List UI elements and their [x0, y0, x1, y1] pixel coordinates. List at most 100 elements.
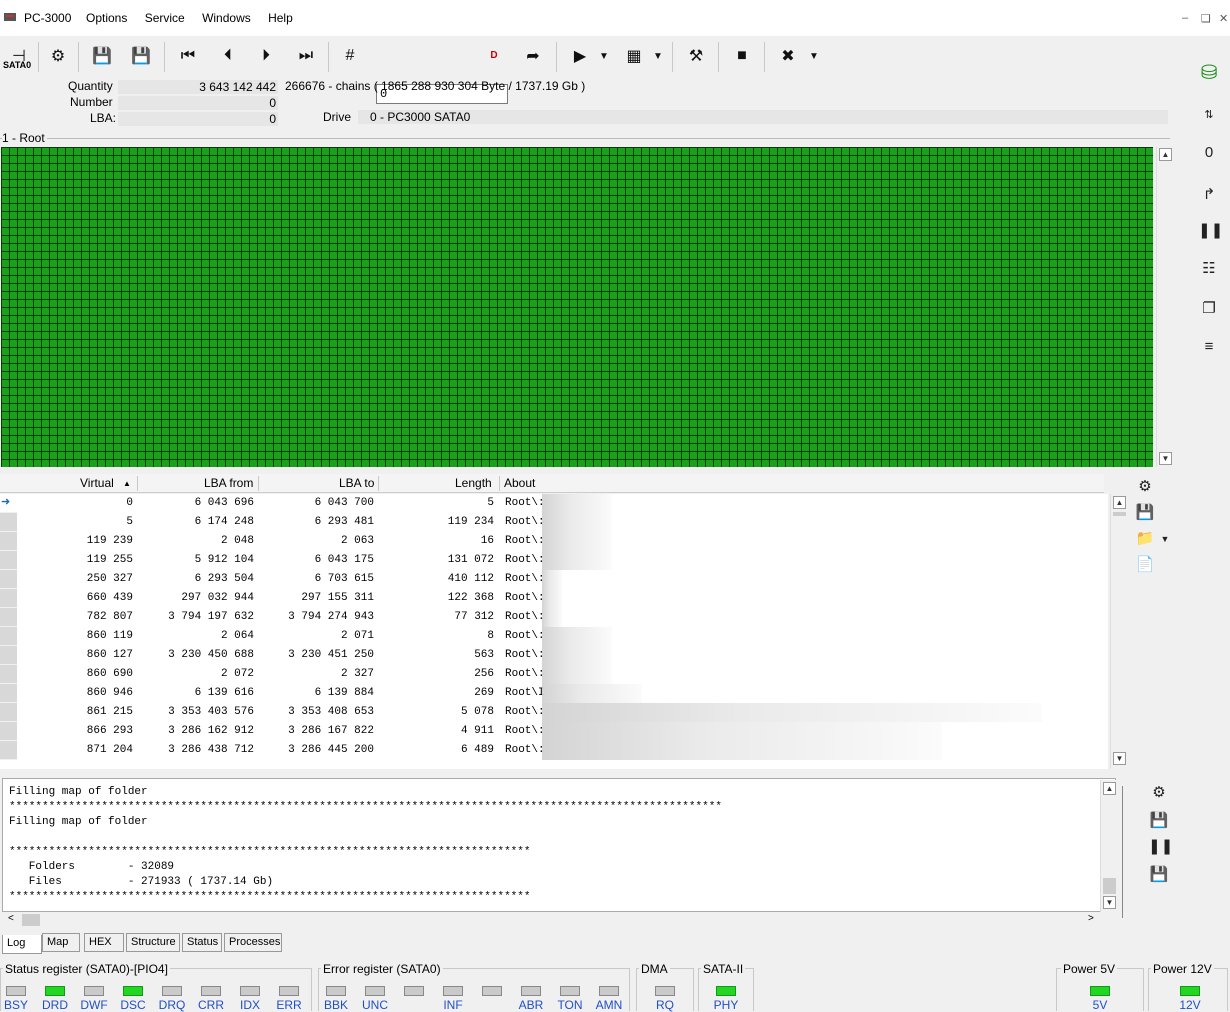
length-cell: 16 — [480, 535, 494, 547]
log-scrollbar[interactable]: ▲ ▼ — [1100, 780, 1117, 912]
save-icon[interactable]: 💾 — [1134, 502, 1156, 524]
restore-icon[interactable]: ❏ — [1201, 12, 1211, 25]
save-icon[interactable]: 💾 — [88, 42, 116, 70]
connector-icon[interactable]: ≡ — [1198, 336, 1220, 358]
led-indicator — [84, 986, 104, 996]
tab-hex[interactable]: HEX — [84, 933, 124, 952]
length-cell: 5 — [487, 497, 494, 509]
about-cell: Root\: — [505, 744, 545, 756]
scroll-down-icon[interactable]: ▼ — [1159, 452, 1172, 465]
database-icon[interactable]: ⛁ — [1198, 62, 1220, 84]
tools-icon[interactable]: ⚒ — [682, 42, 710, 70]
goto-icon[interactable]: ➦ — [519, 42, 547, 70]
table-row[interactable]: 782 807 3 794 197 632 3 794 274 943 77 312 R… — [0, 608, 1104, 627]
prev-icon[interactable]: ⏴ — [214, 42, 242, 70]
table-row[interactable]: ➜ 0 6 043 696 6 043 700 5 Root\: — [0, 494, 1104, 513]
row-gutter — [0, 703, 17, 722]
col-lba-from[interactable]: LBA from — [204, 476, 253, 490]
folder-icon[interactable]: 📁 — [1134, 528, 1156, 550]
scroll-down-icon[interactable]: ▼ — [1103, 896, 1116, 909]
scroll-up-icon[interactable]: ▲ — [1159, 148, 1172, 161]
about-cell: Root\: — [505, 725, 545, 737]
table-row[interactable]: 860 690 2 072 2 327 256 Root\: — [0, 665, 1104, 684]
tab-map[interactable]: Map — [42, 933, 80, 952]
save-icon[interactable]: 💾 — [1148, 810, 1170, 832]
status-register-panel: Status register (SATA0)-[PIO4] BSY DRD DWF… — [0, 962, 312, 1012]
menu-windows[interactable]: Windows — [202, 11, 251, 25]
sector-map-grid[interactable] — [1, 147, 1153, 467]
pause-icon[interactable]: ❚❚ — [1148, 836, 1173, 858]
network-icon[interactable]: ☷ — [1198, 258, 1220, 280]
table-row[interactable]: 861 215 3 353 403 576 3 353 408 653 5 078 Ro… — [0, 703, 1104, 722]
dropdown-icon[interactable]: ▼ — [596, 42, 612, 70]
row-gutter — [0, 551, 17, 570]
dropdown-icon[interactable]: ▼ — [1158, 528, 1172, 550]
hscroll-thumb[interactable] — [22, 914, 40, 926]
settings-icon[interactable]: ⚙ — [1148, 782, 1170, 804]
col-about[interactable]: About — [504, 476, 535, 490]
title-bar: PC-3000 Options Service Windows Help – ❏… — [0, 0, 1230, 36]
col-virtual[interactable]: Virtual — [80, 476, 114, 490]
table-row[interactable]: 860 127 3 230 450 688 3 230 451 250 563 Root… — [0, 646, 1104, 665]
lba-decimal-icon[interactable]: D — [484, 46, 504, 64]
col-lba-to[interactable]: LBA to — [339, 476, 374, 490]
save-as-icon[interactable]: 💾 — [127, 42, 155, 70]
menu-service[interactable]: Service — [145, 11, 185, 25]
table-row[interactable]: 250 327 6 293 504 6 703 615 410 112 Root\: — [0, 570, 1104, 589]
copy-icon[interactable]: ❐ — [1198, 298, 1220, 320]
grid-hash-icon[interactable]: # — [336, 42, 364, 70]
log-level-slider[interactable] — [1122, 786, 1134, 918]
close-icon[interactable]: ✕ — [1219, 12, 1228, 25]
menu-options[interactable]: Options — [86, 11, 127, 25]
tab-structure[interactable]: Structure — [126, 933, 180, 952]
zero-fill-icon[interactable]: 0 — [1198, 142, 1220, 164]
save-as-icon[interactable]: 💾 — [1148, 864, 1170, 886]
table-row[interactable]: 119 255 5 912 104 6 043 175 131 072 Root\: — [0, 551, 1104, 570]
virtual-cell: 860 127 — [86, 649, 133, 661]
redacted-path — [542, 722, 942, 741]
table-scrollbar[interactable]: ▲ ▼ — [1110, 494, 1127, 769]
branch-icon[interactable]: ↱ — [1198, 184, 1220, 206]
table-row[interactable]: 660 439 297 032 944 297 155 311 122 368 Root… — [0, 589, 1104, 608]
map-grid-icon[interactable]: ▦ — [620, 42, 648, 70]
table-row[interactable]: 871 204 3 286 438 712 3 286 445 200 6 489 Ro… — [0, 741, 1104, 760]
tab-status[interactable]: Status — [182, 933, 222, 952]
scroll-thumb[interactable] — [1113, 512, 1126, 516]
led-indicator — [560, 986, 580, 996]
col-length[interactable]: Length — [455, 476, 492, 490]
table-row[interactable]: 866 293 3 286 162 912 3 286 167 822 4 911 Ro… — [0, 722, 1104, 741]
scroll-thumb[interactable] — [1103, 878, 1116, 894]
scroll-down-icon[interactable]: ▼ — [1113, 752, 1126, 765]
first-icon[interactable]: ⏮ — [174, 42, 202, 70]
play-icon[interactable]: ▶ — [566, 42, 594, 70]
log-line: ****************************************… — [9, 801, 722, 813]
table-row[interactable]: 119 239 2 048 2 063 16 Root\: — [0, 532, 1104, 551]
table-row[interactable]: 860 946 6 139 616 6 139 884 269 Root\I — [0, 684, 1104, 703]
reset-icon[interactable]: ⇅ — [1198, 104, 1220, 126]
next-icon[interactable]: ⏵ — [252, 42, 280, 70]
lba-to-cell: 3 230 451 250 — [288, 649, 374, 661]
table-row[interactable]: 860 119 2 064 2 071 8 Root\: — [0, 627, 1104, 646]
settings-icon[interactable]: ⚙ — [1134, 476, 1156, 498]
menu-help[interactable]: Help — [268, 11, 293, 25]
scroll-left-icon[interactable]: < — [8, 913, 14, 924]
lba-to-cell: 3 286 167 822 — [288, 725, 374, 737]
log-hscrollbar[interactable]: < > — [2, 912, 1100, 928]
tab-processes[interactable]: Processes — [224, 933, 282, 952]
dropdown-icon[interactable]: ▼ — [650, 42, 666, 70]
scroll-right-icon[interactable]: > — [1088, 913, 1094, 924]
scroll-up-icon[interactable]: ▲ — [1103, 782, 1116, 795]
table-row[interactable]: 5 6 174 248 6 293 481 119 234 Root\: — [0, 513, 1104, 532]
pause-icon[interactable]: ❚❚ — [1198, 220, 1223, 242]
stop-icon[interactable]: ■ — [728, 42, 756, 70]
settings-cycle-icon[interactable]: ⚙ — [44, 42, 72, 70]
scroll-up-icon[interactable]: ▲ — [1113, 496, 1126, 509]
led-label: 5V — [1092, 998, 1108, 1012]
map-scrollbar[interactable]: ▲ ▼ — [1156, 147, 1173, 467]
exit-icon[interactable]: ✖ — [774, 42, 802, 70]
document-icon[interactable]: 📄 — [1134, 554, 1156, 576]
last-icon[interactable]: ⏭ — [292, 42, 320, 70]
dropdown-icon[interactable]: ▼ — [806, 42, 822, 70]
minimize-icon[interactable]: – — [1182, 12, 1188, 24]
tab-log[interactable]: Log — [2, 935, 42, 954]
